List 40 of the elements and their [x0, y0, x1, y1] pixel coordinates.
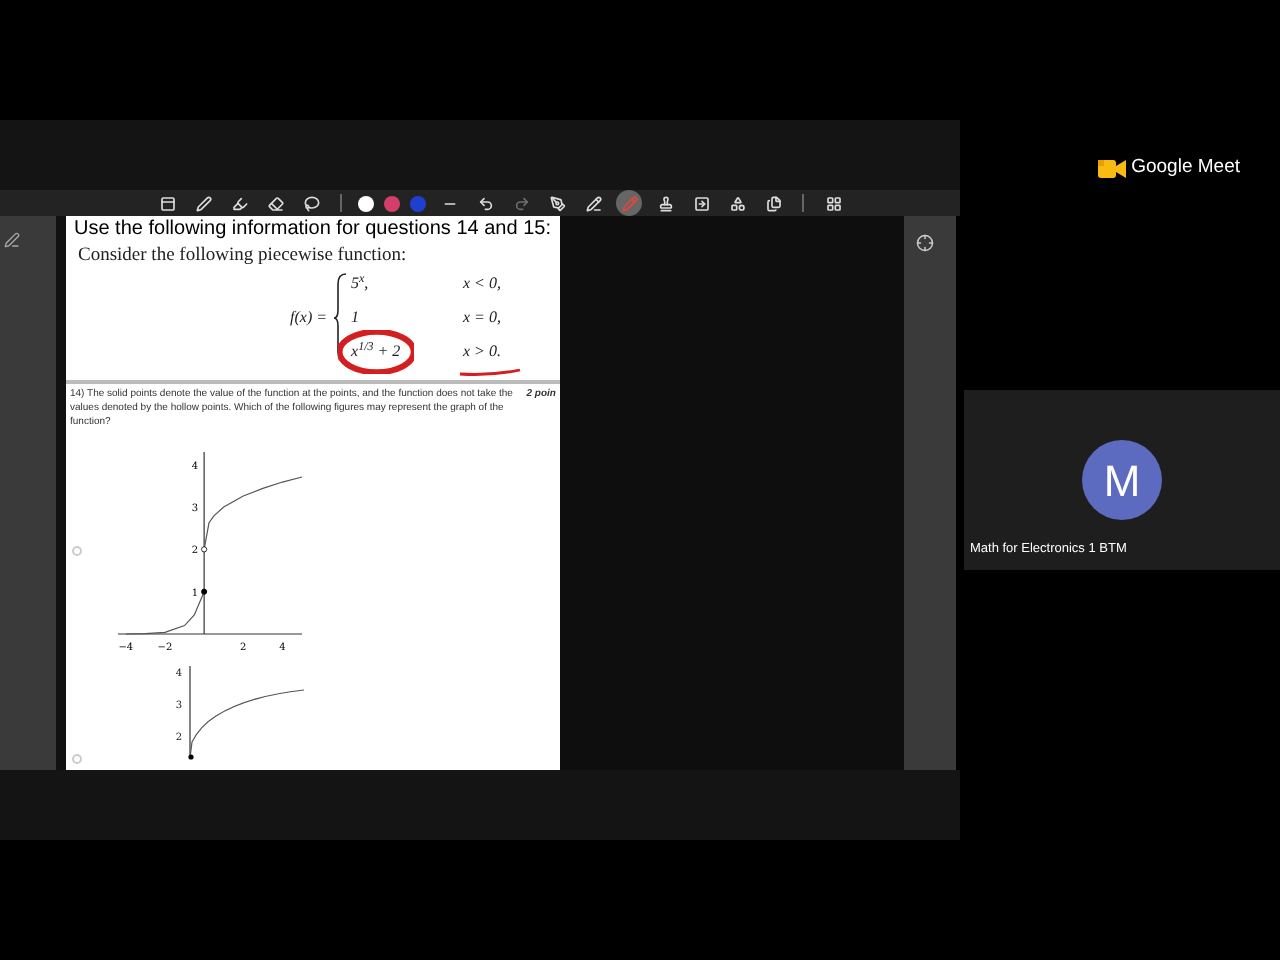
pen-icon[interactable]: [4, 232, 20, 248]
grid-icon: [825, 195, 841, 211]
heading: Use the following information for questions 14 and 15:: [74, 218, 552, 242]
color-swatch[interactable]: [410, 195, 426, 211]
case-condition: x > 0.: [463, 342, 501, 360]
case-expression: x$^{1/3}$ + 2: [351, 342, 401, 360]
case-expression: 1: [351, 308, 359, 326]
pencil-icon: [585, 195, 601, 211]
solid-point: [201, 588, 208, 595]
radio-button[interactable]: [72, 545, 82, 555]
camera-logo-icon: [1097, 157, 1126, 180]
color-swatch[interactable]: [384, 195, 400, 211]
highlighter-icon: [231, 195, 247, 211]
pencil-icon: [621, 195, 637, 211]
undo-icon: [477, 195, 493, 211]
avatar: M: [1082, 440, 1162, 521]
ink-underline: [457, 368, 521, 378]
crosshair-icon[interactable]: [916, 234, 934, 252]
graph-drawing: [188, 666, 306, 762]
hollow-point: [201, 546, 208, 553]
panel-icon: [159, 195, 175, 211]
curve-line: [203, 476, 303, 550]
eraser-icon: [267, 195, 283, 211]
pages-icon: [765, 195, 781, 211]
shapes-icon: [729, 195, 745, 211]
pen-icon: [195, 195, 211, 211]
case-condition: x < 0,: [463, 274, 501, 292]
frame-icon: [693, 195, 709, 211]
pen-nib-icon: [549, 195, 565, 211]
curve-line: [125, 591, 205, 635]
radio-button[interactable]: [72, 754, 82, 764]
redo-icon: [513, 195, 529, 211]
case-condition: x = 0,: [463, 308, 501, 326]
lasso-icon: [303, 195, 319, 211]
case-expression: 5$^{x}$,: [351, 274, 369, 292]
color-swatch[interactable]: [358, 195, 374, 211]
brand-name: Google Meet: [1131, 154, 1240, 182]
intro-text: Consider the following piecewise function:: [76, 244, 409, 268]
stamp-icon: [657, 195, 673, 211]
function-name: f(x) =: [290, 306, 327, 330]
